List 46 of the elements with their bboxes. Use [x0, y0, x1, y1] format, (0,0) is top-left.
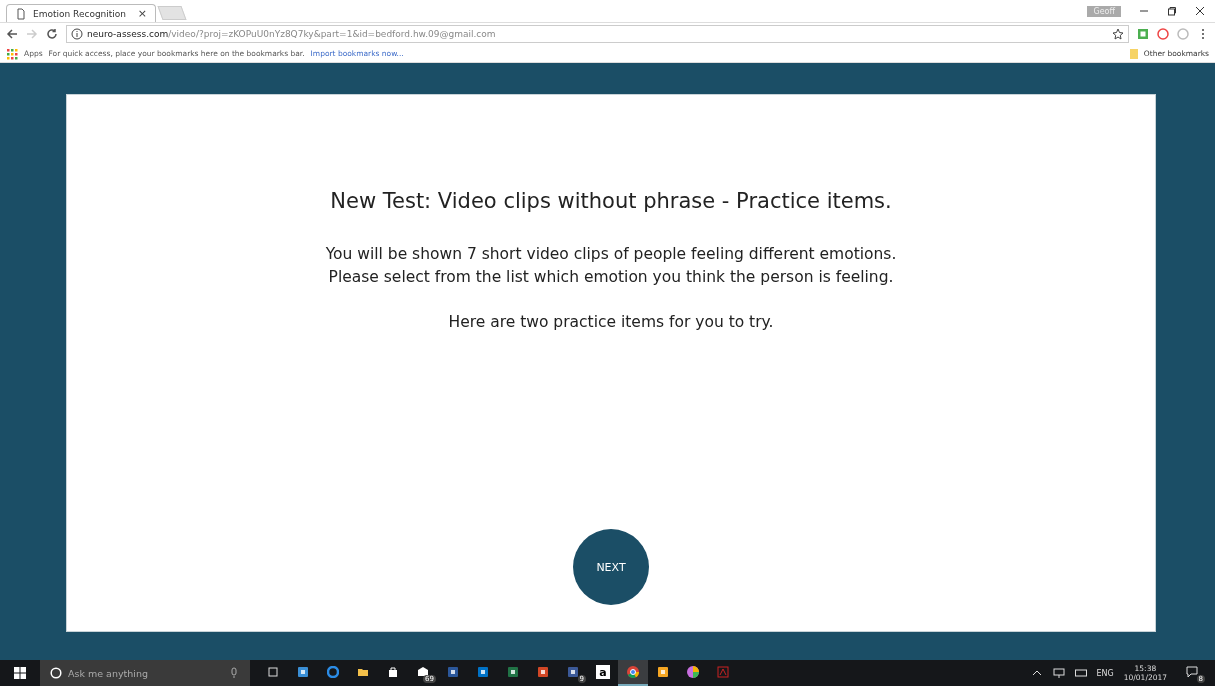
search-placeholder: Ask me anything — [68, 667, 148, 679]
extension-icon[interactable] — [1157, 28, 1169, 40]
folder-icon — [357, 666, 369, 678]
star-icon[interactable] — [1112, 28, 1124, 40]
language-indicator[interactable]: ENG — [1096, 668, 1114, 678]
message-icon — [1186, 666, 1198, 678]
folder-icon — [1127, 47, 1140, 60]
tab-close-button[interactable]: × — [137, 7, 147, 20]
amazon-app-icon: a — [596, 665, 610, 679]
microphone-icon — [228, 667, 240, 679]
office-app-icon — [567, 666, 579, 678]
windows-start-icon[interactable] — [14, 667, 26, 679]
close-icon[interactable] — [1195, 6, 1205, 16]
photo-app-icon — [297, 666, 309, 678]
search-field[interactable]: Ask me anything — [40, 660, 250, 686]
keyboard-icon[interactable] — [1074, 667, 1087, 679]
pdf-app-icon — [717, 666, 729, 678]
browser-tab[interactable]: Emotion Recognition × — [6, 4, 156, 22]
office-app-icon — [447, 666, 459, 678]
address-field[interactable]: neuro-assess.com/video/?proj=zKOPuU0nYz8Q7ky&part=1&id=bedford.hw.09@gmail.com — [66, 25, 1129, 43]
office-app-icon — [477, 666, 489, 678]
extension-icon[interactable] — [1137, 28, 1149, 40]
instruction-text: Here are two practice items for you to try. — [448, 312, 774, 333]
network-icon[interactable] — [1052, 667, 1065, 679]
office-app-icon — [537, 666, 549, 678]
page-icon — [15, 7, 27, 20]
test-title: New Test: Video clips without phrase - Practice items. — [330, 189, 892, 213]
instruction-text: You will be shown 7 short video clips of people feeling different emotions. Please select from the list which emotion you think the person is feeling. — [325, 244, 897, 288]
taskbar-app[interactable] — [618, 660, 648, 686]
url-text: neuro-assess.com/video/?proj=zKOPuU0nYz8Q7ky&part=1&id=bedford.hw.09@gmail.com — [87, 29, 496, 39]
restore-icon[interactable] — [1167, 6, 1177, 16]
tab-title: Emotion Recognition — [33, 8, 128, 19]
office-app-icon — [507, 666, 519, 678]
next-button[interactable]: NEXT — [573, 529, 649, 605]
edge-browser-icon — [327, 666, 339, 678]
task-view-icon — [267, 666, 279, 678]
apps-grid-icon[interactable] — [6, 47, 18, 60]
color-wheel-icon — [687, 666, 699, 678]
reload-icon[interactable] — [46, 28, 58, 40]
back-icon[interactable] — [6, 28, 18, 40]
info-icon — [71, 28, 83, 40]
office-app-icon — [657, 666, 669, 678]
taskbar-app[interactable]: a — [588, 660, 618, 686]
circle-icon — [50, 667, 62, 679]
chrome-browser-icon — [627, 666, 639, 678]
shopping-bag-icon — [387, 666, 399, 678]
